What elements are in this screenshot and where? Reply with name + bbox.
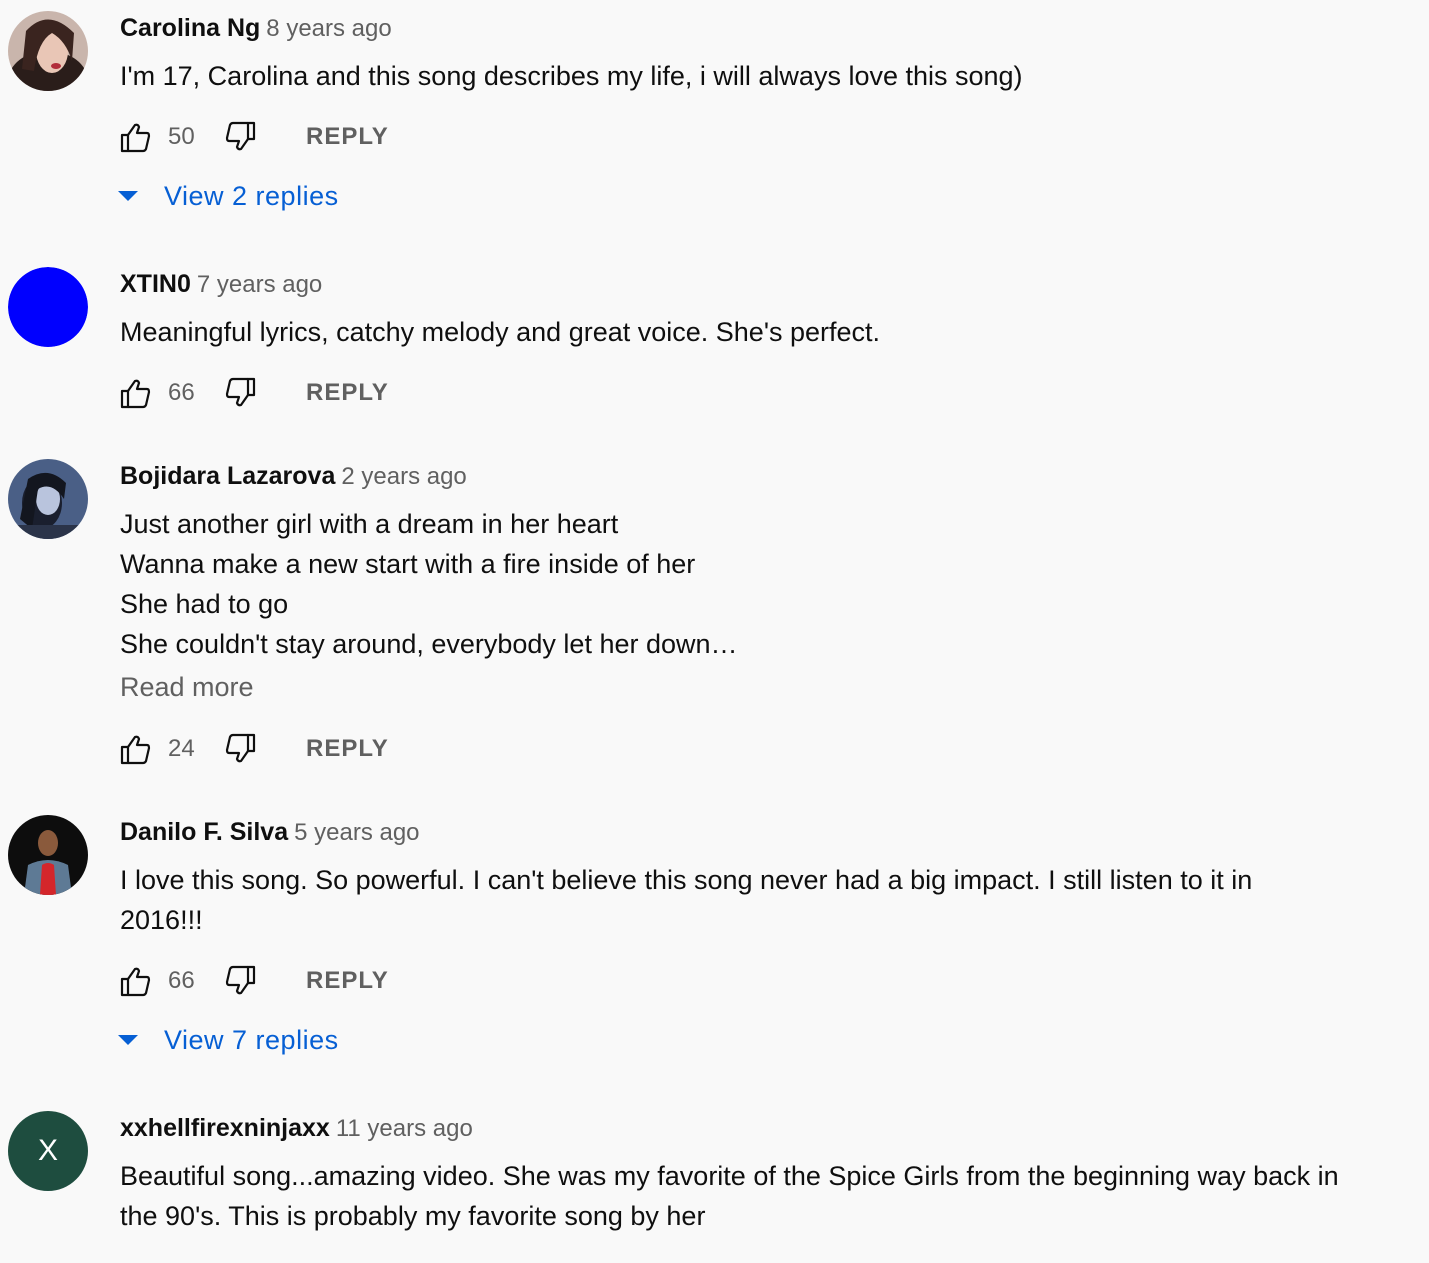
comment-text: Just another girl with a dream in her he… bbox=[120, 504, 1400, 664]
comment-time[interactable]: 7 years ago bbox=[197, 271, 322, 298]
comment-text: Meaningful lyrics, catchy melody and gre… bbox=[120, 312, 1400, 352]
caret-down-icon bbox=[118, 191, 138, 201]
reply-button[interactable]: REPLY bbox=[306, 732, 389, 766]
comment-header: xxhellfirexninjaxx 11 years ago bbox=[120, 1113, 473, 1144]
author-name[interactable]: Danilo F. Silva bbox=[120, 818, 288, 846]
thumbs-down-icon bbox=[225, 121, 256, 151]
like-button[interactable] bbox=[118, 964, 152, 998]
comment-text: Beautiful song...amazing video. She was … bbox=[120, 1156, 1400, 1236]
avatar-letter: X bbox=[37, 1134, 58, 1167]
dislike-button[interactable] bbox=[224, 732, 258, 766]
avatar[interactable] bbox=[8, 11, 88, 91]
comment-line: I'm 17, Carolina and this song describes… bbox=[120, 61, 1023, 91]
comment-line: I love this song. So powerful. I can't b… bbox=[120, 865, 1253, 895]
thumbs-up-icon bbox=[120, 379, 151, 409]
comment-actions: 50 REPLY bbox=[118, 120, 418, 154]
like-count: 66 bbox=[168, 967, 195, 994]
comment-time[interactable]: 11 years ago bbox=[336, 1115, 473, 1142]
comment-header: Carolina Ng 8 years ago bbox=[120, 13, 392, 44]
comment-time[interactable]: 5 years ago bbox=[294, 819, 419, 846]
comment-header: XTIN0 7 years ago bbox=[120, 269, 322, 300]
like-button[interactable] bbox=[118, 376, 152, 410]
read-more-button[interactable]: Read more bbox=[120, 671, 254, 703]
comment-time[interactable]: 2 years ago bbox=[341, 463, 466, 490]
comment-line: 2016!!! bbox=[120, 905, 203, 935]
caret-down-icon bbox=[118, 1035, 138, 1045]
comment-actions: 66 REPLY bbox=[118, 376, 418, 410]
like-count: 24 bbox=[168, 735, 195, 762]
avatar[interactable]: X bbox=[8, 1111, 88, 1191]
like-count: 66 bbox=[168, 379, 195, 406]
comment-line: Wanna make a new start with a fire insid… bbox=[120, 549, 696, 579]
comment-line: She had to go bbox=[120, 589, 289, 619]
comment-header: Bojidara Lazarova 2 years ago bbox=[120, 461, 467, 492]
thumbs-up-icon bbox=[120, 735, 151, 765]
thumbs-down-icon bbox=[225, 965, 256, 995]
comment-line: She couldn't stay around, everybody let … bbox=[120, 629, 738, 659]
like-button[interactable] bbox=[118, 732, 152, 766]
thumbs-down-icon bbox=[225, 733, 256, 763]
comment-line: Beautiful song...amazing video. She was … bbox=[120, 1161, 1339, 1191]
thumbs-down-icon bbox=[225, 377, 256, 407]
comment-actions: 24 REPLY bbox=[118, 732, 418, 766]
author-name[interactable]: Bojidara Lazarova bbox=[120, 462, 335, 490]
avatar[interactable] bbox=[8, 815, 88, 895]
comment-actions: 66 REPLY bbox=[118, 964, 418, 998]
comment-time[interactable]: 8 years ago bbox=[266, 15, 391, 42]
comment-line: Meaningful lyrics, catchy melody and gre… bbox=[120, 317, 881, 347]
view-replies-label: View 2 replies bbox=[164, 181, 339, 211]
author-name[interactable]: Carolina Ng bbox=[120, 14, 260, 42]
comment-text: I love this song. So powerful. I can't b… bbox=[120, 860, 1400, 940]
view-replies-button[interactable]: View 7 replies bbox=[116, 1022, 376, 1058]
author-name[interactable]: xxhellfirexninjaxx bbox=[120, 1114, 330, 1142]
view-replies-label: View 7 replies bbox=[164, 1025, 339, 1055]
comment-line: Just another girl with a dream in her he… bbox=[120, 509, 619, 539]
author-name[interactable]: XTIN0 bbox=[120, 270, 191, 298]
comment-line: the 90's. This is probably my favorite s… bbox=[120, 1201, 706, 1231]
comment-header: Danilo F. Silva 5 years ago bbox=[120, 817, 420, 848]
reply-button[interactable]: REPLY bbox=[306, 120, 389, 154]
thumbs-up-icon bbox=[120, 123, 151, 153]
reply-button[interactable]: REPLY bbox=[306, 376, 389, 410]
like-count: 50 bbox=[168, 123, 195, 150]
like-button[interactable] bbox=[118, 120, 152, 154]
reply-button[interactable]: REPLY bbox=[306, 964, 389, 998]
comment-text: I'm 17, Carolina and this song describes… bbox=[120, 56, 1400, 96]
avatar[interactable] bbox=[8, 459, 88, 539]
avatar[interactable] bbox=[8, 267, 88, 347]
dislike-button[interactable] bbox=[224, 376, 258, 410]
dislike-button[interactable] bbox=[224, 120, 258, 154]
view-replies-button[interactable]: View 2 replies bbox=[116, 178, 376, 214]
thumbs-up-icon bbox=[120, 967, 151, 997]
dislike-button[interactable] bbox=[224, 964, 258, 998]
